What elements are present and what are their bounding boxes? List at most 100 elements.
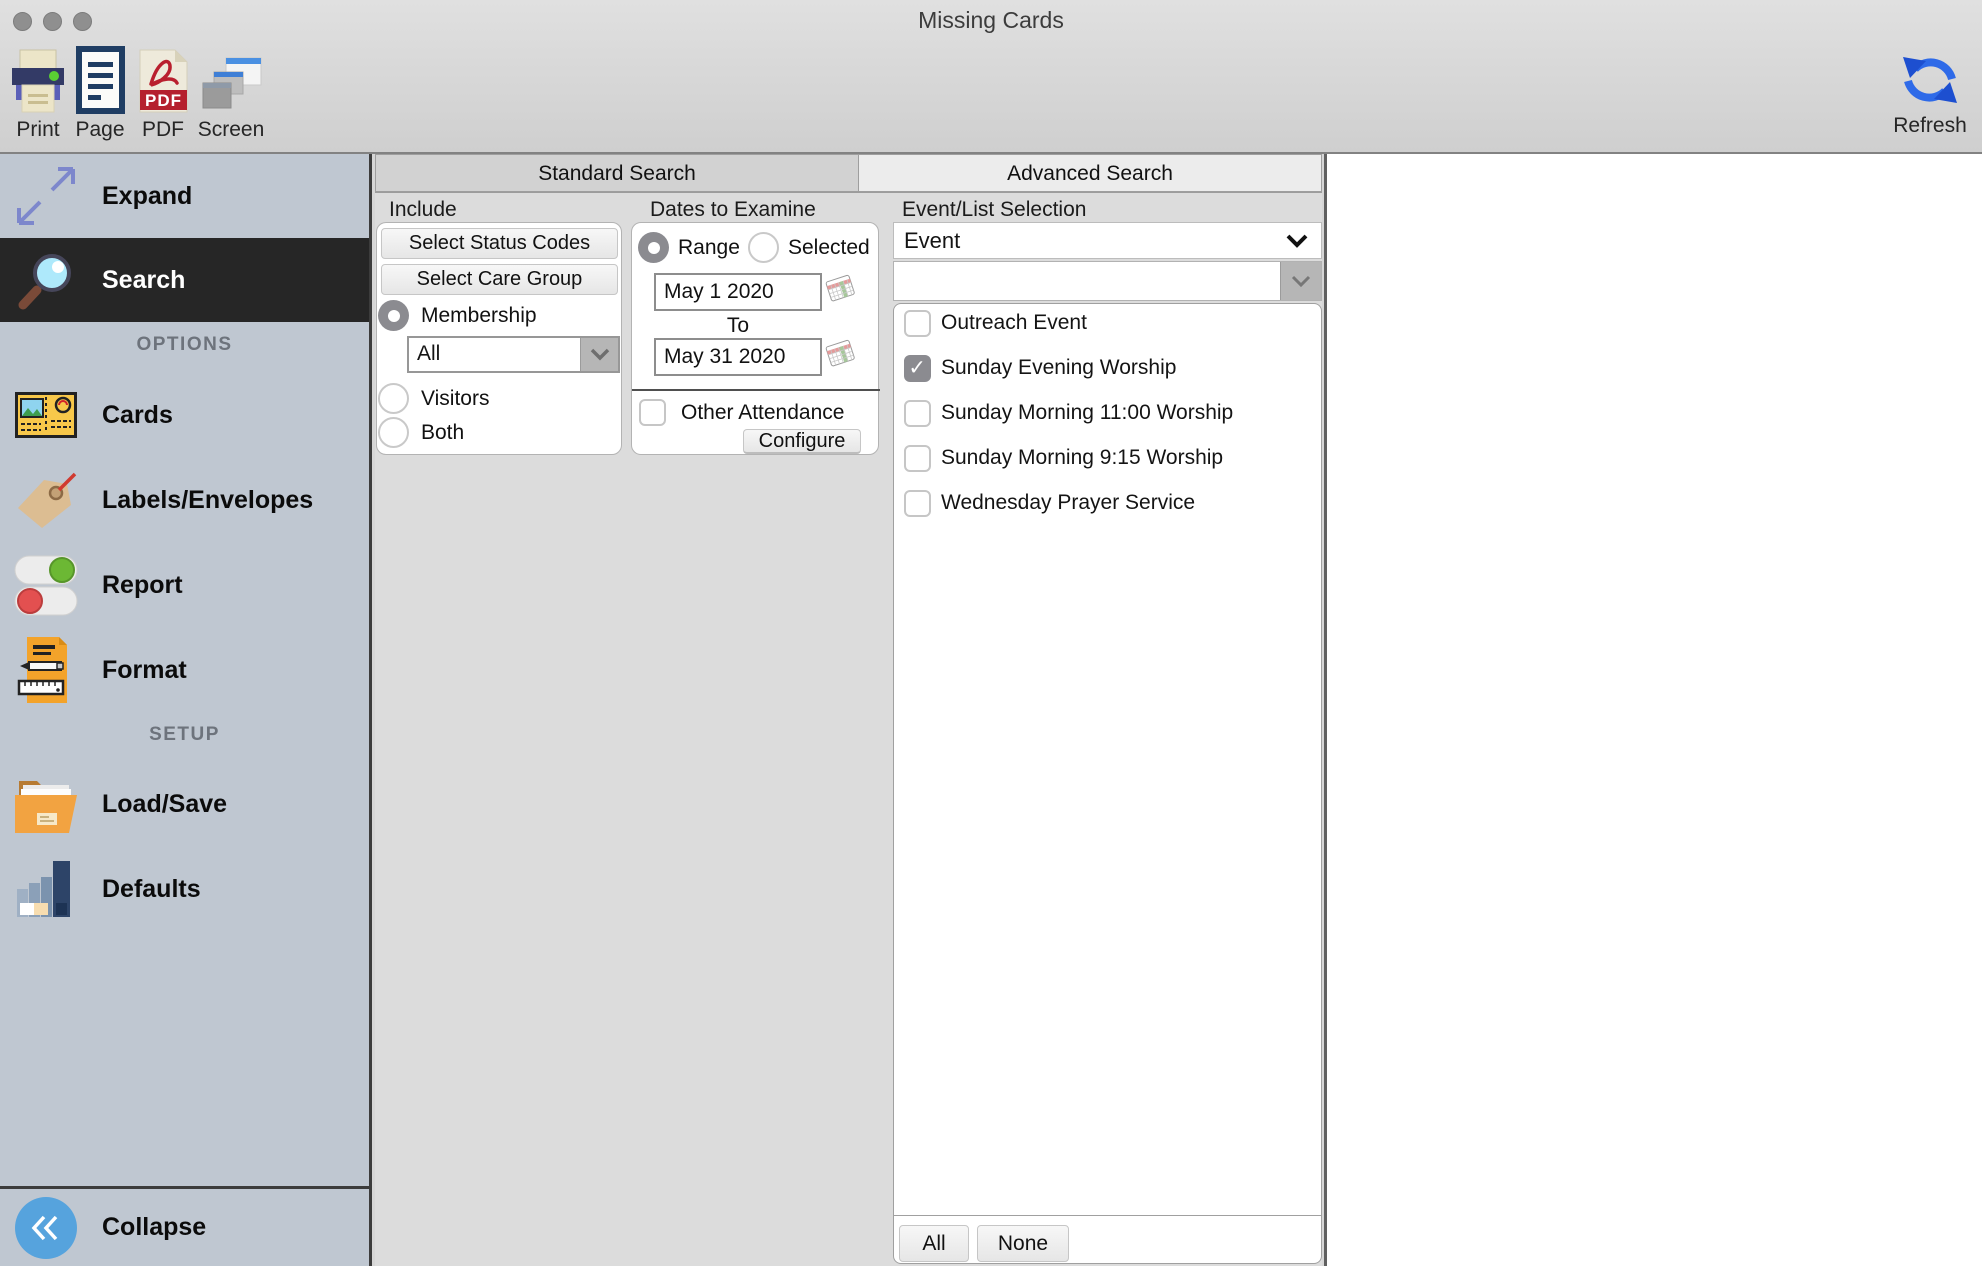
format-label: Format — [102, 656, 187, 685]
select-care-group-button[interactable]: Select Care Group — [381, 264, 618, 295]
chevron-down-icon — [1285, 234, 1321, 248]
dates-header: Dates to Examine — [650, 198, 816, 222]
membership-filter-value: All — [409, 338, 580, 371]
printer-icon — [10, 42, 66, 114]
chevron-down-icon — [1290, 275, 1312, 288]
sidebar-item-format[interactable]: Format — [0, 628, 369, 712]
tab-advanced-search[interactable]: Advanced Search — [858, 154, 1322, 192]
load-save-label: Load/Save — [102, 790, 227, 819]
search-icon — [10, 248, 82, 312]
collapse-icon — [10, 1197, 82, 1259]
print-label: Print — [16, 118, 59, 142]
visitors-label: Visitors — [421, 387, 489, 411]
include-header: Include — [389, 198, 457, 222]
defaults-label: Defaults — [102, 875, 201, 904]
refresh-icon — [1901, 38, 1959, 110]
postcard-icon — [10, 391, 82, 439]
print-button[interactable]: Print — [6, 42, 70, 142]
membership-radio[interactable] — [378, 300, 409, 331]
sidebar: Expand Search OPTIONS — [0, 154, 372, 1266]
calendar-icon[interactable] — [824, 274, 857, 308]
event-filter-dropdown-button[interactable] — [1280, 262, 1321, 300]
search-panel: Standard Search Advanced Search Include … — [375, 154, 1322, 1266]
sidebar-item-expand[interactable]: Expand — [0, 154, 369, 238]
sidebar-item-report[interactable]: Report — [0, 543, 369, 627]
range-label: Range — [678, 236, 740, 260]
date-from-field[interactable] — [654, 273, 822, 311]
expand-arrows-icon — [10, 163, 82, 229]
event-filter-value — [894, 262, 1280, 300]
event-label: Sunday Evening Worship — [941, 356, 1176, 380]
event-checkbox-sunday-1100[interactable] — [904, 400, 931, 427]
event-checkbox-sunday-evening[interactable] — [904, 355, 931, 382]
pdf-badge-text: PDF — [145, 91, 182, 110]
window-title: Missing Cards — [0, 7, 1982, 34]
sidebar-item-defaults[interactable]: Defaults — [0, 847, 369, 931]
membership-label: Membership — [421, 304, 537, 328]
event-label: Sunday Morning 9:15 Worship — [941, 446, 1223, 470]
page-icon — [75, 42, 125, 114]
page-setup-button[interactable]: Page — [72, 42, 128, 142]
event-list-header: Event/List Selection — [902, 198, 1086, 222]
event-label: Sunday Morning 11:00 Worship — [941, 401, 1233, 425]
selected-radio[interactable] — [748, 232, 779, 263]
both-radio[interactable] — [378, 417, 409, 448]
defaults-chart-icon — [10, 858, 82, 920]
expand-label: Expand — [102, 182, 192, 211]
refresh-label: Refresh — [1893, 114, 1967, 138]
event-type-dropdown[interactable]: Event — [893, 222, 1322, 259]
event-type-value: Event — [894, 228, 1285, 254]
pdf-icon: PDF — [137, 42, 189, 114]
event-label: Wednesday Prayer Service — [941, 491, 1195, 515]
other-attendance-label: Other Attendance — [681, 401, 844, 425]
folder-icon — [10, 773, 82, 835]
cards-label: Cards — [102, 401, 173, 430]
event-checkbox-outreach[interactable] — [904, 310, 931, 337]
both-label: Both — [421, 421, 464, 445]
range-radio[interactable] — [638, 232, 669, 263]
calendar-icon[interactable] — [824, 339, 857, 373]
sidebar-item-search[interactable]: Search — [0, 238, 369, 322]
event-filter-combobox[interactable] — [893, 261, 1322, 301]
selected-label: Selected — [788, 236, 870, 260]
membership-filter-dropdown-button[interactable] — [580, 338, 618, 371]
sidebar-item-cards[interactable]: Cards — [0, 373, 369, 457]
pdf-label: PDF — [142, 118, 184, 142]
to-label: To — [654, 314, 822, 338]
sidebar-item-collapse[interactable]: Collapse — [0, 1186, 369, 1266]
other-attendance-checkbox[interactable] — [639, 399, 666, 426]
event-list: Outreach Event Sunday Evening Worship Su… — [893, 303, 1322, 1264]
labels-envelopes-label: Labels/Envelopes — [102, 486, 313, 515]
event-list-footer-divider — [894, 1215, 1321, 1216]
collapse-label: Collapse — [102, 1213, 206, 1242]
search-label: Search — [102, 266, 185, 295]
page-label: Page — [75, 118, 124, 142]
options-section-header: OPTIONS — [0, 334, 369, 356]
dates-divider — [632, 389, 880, 391]
event-checkbox-sunday-915[interactable] — [904, 445, 931, 472]
app-window: Missing Cards Print — [0, 0, 1982, 1266]
visitors-radio[interactable] — [378, 383, 409, 414]
event-list-item[interactable]: Sunday Morning 9:15 Worship — [894, 445, 1321, 475]
select-status-codes-button[interactable]: Select Status Codes — [381, 228, 618, 259]
dates-groupbox: Range Selected To — [631, 222, 879, 455]
event-list-item[interactable]: Outreach Event — [894, 310, 1321, 340]
event-list-item[interactable]: Wednesday Prayer Service — [894, 490, 1321, 520]
refresh-button[interactable]: Refresh — [1890, 38, 1970, 138]
event-list-item[interactable]: Sunday Evening Worship — [894, 355, 1321, 385]
pdf-button[interactable]: PDF PDF — [134, 42, 192, 142]
event-checkbox-wednesday[interactable] — [904, 490, 931, 517]
membership-filter-dropdown[interactable]: All — [407, 336, 620, 373]
toolbar: Missing Cards Print — [0, 0, 1982, 154]
select-all-button[interactable]: All — [899, 1225, 969, 1262]
date-to-field[interactable] — [654, 338, 822, 376]
report-label: Report — [102, 571, 183, 600]
event-list-item[interactable]: Sunday Morning 11:00 Worship — [894, 400, 1321, 430]
sidebar-item-labels-envelopes[interactable]: Labels/Envelopes — [0, 458, 369, 542]
sidebar-item-load-save[interactable]: Load/Save — [0, 762, 369, 846]
screen-button[interactable]: Screen — [196, 42, 266, 142]
configure-button[interactable]: Configure — [743, 429, 861, 454]
include-groupbox: Select Status Codes Select Care Group Me… — [376, 222, 622, 455]
select-none-button[interactable]: None — [977, 1225, 1069, 1262]
tab-standard-search[interactable]: Standard Search — [375, 154, 859, 192]
